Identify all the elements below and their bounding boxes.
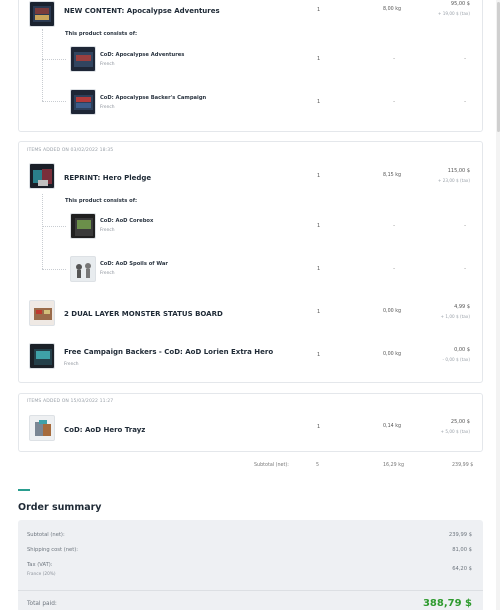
- corebox-icon: [75, 218, 93, 236]
- group-date-label: ITEMS ADDED ON 15/03/2022 11:27: [27, 399, 114, 404]
- sub-product-name[interactable]: CoD: Apocalypse Adventures: [100, 52, 184, 58]
- product-name[interactable]: 2 DUAL LAYER MONSTER STATUS BOARD: [64, 310, 223, 318]
- product-qty: 1: [317, 424, 321, 430]
- tree-line: [42, 29, 43, 101]
- product-tax: + 5,00 $ (tax): [440, 429, 470, 434]
- scrollbar-thumb[interactable]: [496, 2, 500, 132]
- sub-product-qty: 1: [317, 99, 321, 105]
- product-tax: - 0,00 $ (tax): [442, 357, 470, 362]
- product-tax: + 1,00 $ (tax): [440, 314, 470, 319]
- product-qty: 1: [317, 309, 321, 315]
- product-qty: 1: [317, 7, 321, 13]
- sub-product-qty: 1: [317, 266, 321, 272]
- miniatures-icon: [76, 263, 91, 278]
- tree-branch: [42, 269, 66, 270]
- product-tax: + 23,00 $ (tax): [437, 178, 470, 183]
- sub-product-lang: French: [100, 228, 115, 233]
- tree-branch: [42, 226, 66, 227]
- order-summary-title: Order summary: [18, 502, 102, 513]
- product-lang: French: [64, 362, 79, 367]
- summary-subtotal-value: 239,99 $: [448, 532, 472, 538]
- product-price: 95,00 $: [450, 1, 470, 7]
- sub-product-name[interactable]: CoD: Apocalypse Backer's Campaign: [100, 95, 206, 101]
- summary-total-label: Total paid:: [27, 601, 57, 607]
- scrollbar-track[interactable]: [496, 0, 500, 610]
- subtotal-weight: 16,29 kg: [383, 463, 405, 468]
- hero-trayz-icon: [35, 420, 51, 436]
- product-weight: 0,14 kg: [383, 424, 402, 429]
- sub-product-thumbnail: [70, 46, 96, 72]
- product-name[interactable]: NEW CONTENT: Apocalypse Adventures: [64, 7, 220, 15]
- summary-divider: [18, 590, 483, 591]
- sub-product-lang: French: [100, 62, 115, 67]
- sub-product-name[interactable]: CoD: AoD Corebox: [100, 218, 153, 224]
- apocalypse-box-icon: [33, 6, 51, 22]
- group-date-label: ITEMS ADDED ON 03/02/2022 18:35: [27, 148, 114, 153]
- summary-tax-country: France (20%): [27, 572, 56, 577]
- summary-subtotal-label: Subtotal (net):: [27, 532, 65, 538]
- sub-product-weight: -: [393, 222, 396, 229]
- product-thumbnail: [29, 343, 55, 369]
- summary-tax-label: Tax (VAT):: [27, 562, 53, 568]
- sub-product-qty: 1: [317, 56, 321, 62]
- product-name[interactable]: Free Campaign Backers - CoD: AoD Lorien …: [64, 348, 273, 356]
- subtotal-price: 239,99 $: [452, 463, 474, 468]
- sub-product-weight: -: [393, 265, 396, 272]
- order-group-card-3: ITEMS ADDED ON 15/03/2022 11:27 CoD: AoD…: [18, 393, 483, 452]
- consists-label: This product consists of:: [65, 198, 138, 204]
- product-weight: 0,00 kg: [383, 352, 402, 357]
- sub-product-thumbnail: [70, 89, 96, 115]
- product-price: 25,00 $: [450, 419, 470, 425]
- tree-branch: [42, 59, 66, 60]
- order-group-card-2: ITEMS ADDED ON 03/02/2022 18:35 REPRINT:…: [18, 141, 483, 383]
- product-weight: 8,15 kg: [383, 173, 402, 178]
- sub-product-name[interactable]: CoD: AoD Spoils of War: [100, 261, 168, 267]
- product-price: 0,00 $: [454, 347, 470, 353]
- section-accent-bar: [18, 489, 30, 491]
- sub-product-weight: -: [393, 55, 396, 62]
- tree-line: [42, 194, 43, 269]
- apocalypse-campaign-icon: [74, 95, 93, 110]
- product-thumbnail: [29, 163, 55, 189]
- product-price: 4,99 $: [454, 304, 470, 310]
- product-weight: 0,00 kg: [383, 309, 402, 314]
- product-thumbnail: [29, 415, 55, 441]
- product-price: 115,00 $: [447, 168, 470, 174]
- summary-tax-value: 64,20 $: [452, 566, 472, 572]
- subtotal-label: Subtotal (net):: [254, 463, 289, 468]
- sub-product-price: -: [464, 222, 467, 229]
- sub-product-lang: French: [100, 271, 115, 276]
- tree-branch: [42, 101, 66, 102]
- hero-pledge-icon: [33, 169, 52, 186]
- summary-total-value: 388,79 $: [422, 598, 472, 609]
- summary-shipping-value: 81,00 $: [452, 547, 472, 553]
- product-qty: 1: [317, 352, 321, 358]
- extra-hero-icon: [34, 349, 52, 365]
- apocalypse-box-icon: [74, 52, 93, 67]
- product-weight: 8,00 kg: [383, 7, 402, 12]
- product-qty: 1: [317, 173, 321, 179]
- consists-label: This product consists of:: [65, 31, 138, 37]
- sub-product-price: -: [464, 98, 467, 105]
- order-group-card-1: NEW CONTENT: Apocalypse Adventures 1 8,0…: [18, 0, 483, 132]
- product-thumbnail: [29, 300, 55, 326]
- product-name[interactable]: REPRINT: Hero Pledge: [64, 174, 151, 182]
- product-name[interactable]: CoD: AoD Hero Trayz: [64, 426, 145, 434]
- product-tax: + 19,00 $ (tax): [437, 11, 470, 16]
- order-summary-panel: Subtotal (net): 239,99 $ Shipping cost (…: [18, 520, 483, 610]
- product-thumbnail: [29, 1, 55, 27]
- summary-shipping-label: Shipping cost (net):: [27, 547, 78, 553]
- sub-product-thumbnail: [70, 213, 96, 239]
- status-board-icon: [34, 308, 52, 320]
- sub-product-qty: 1: [317, 223, 321, 229]
- sub-product-lang: French: [100, 105, 115, 110]
- sub-product-price: -: [464, 265, 467, 272]
- sub-product-weight: -: [393, 98, 396, 105]
- subtotal-qty: 5: [316, 463, 320, 468]
- sub-product-thumbnail: [70, 256, 96, 282]
- sub-product-price: -: [464, 55, 467, 62]
